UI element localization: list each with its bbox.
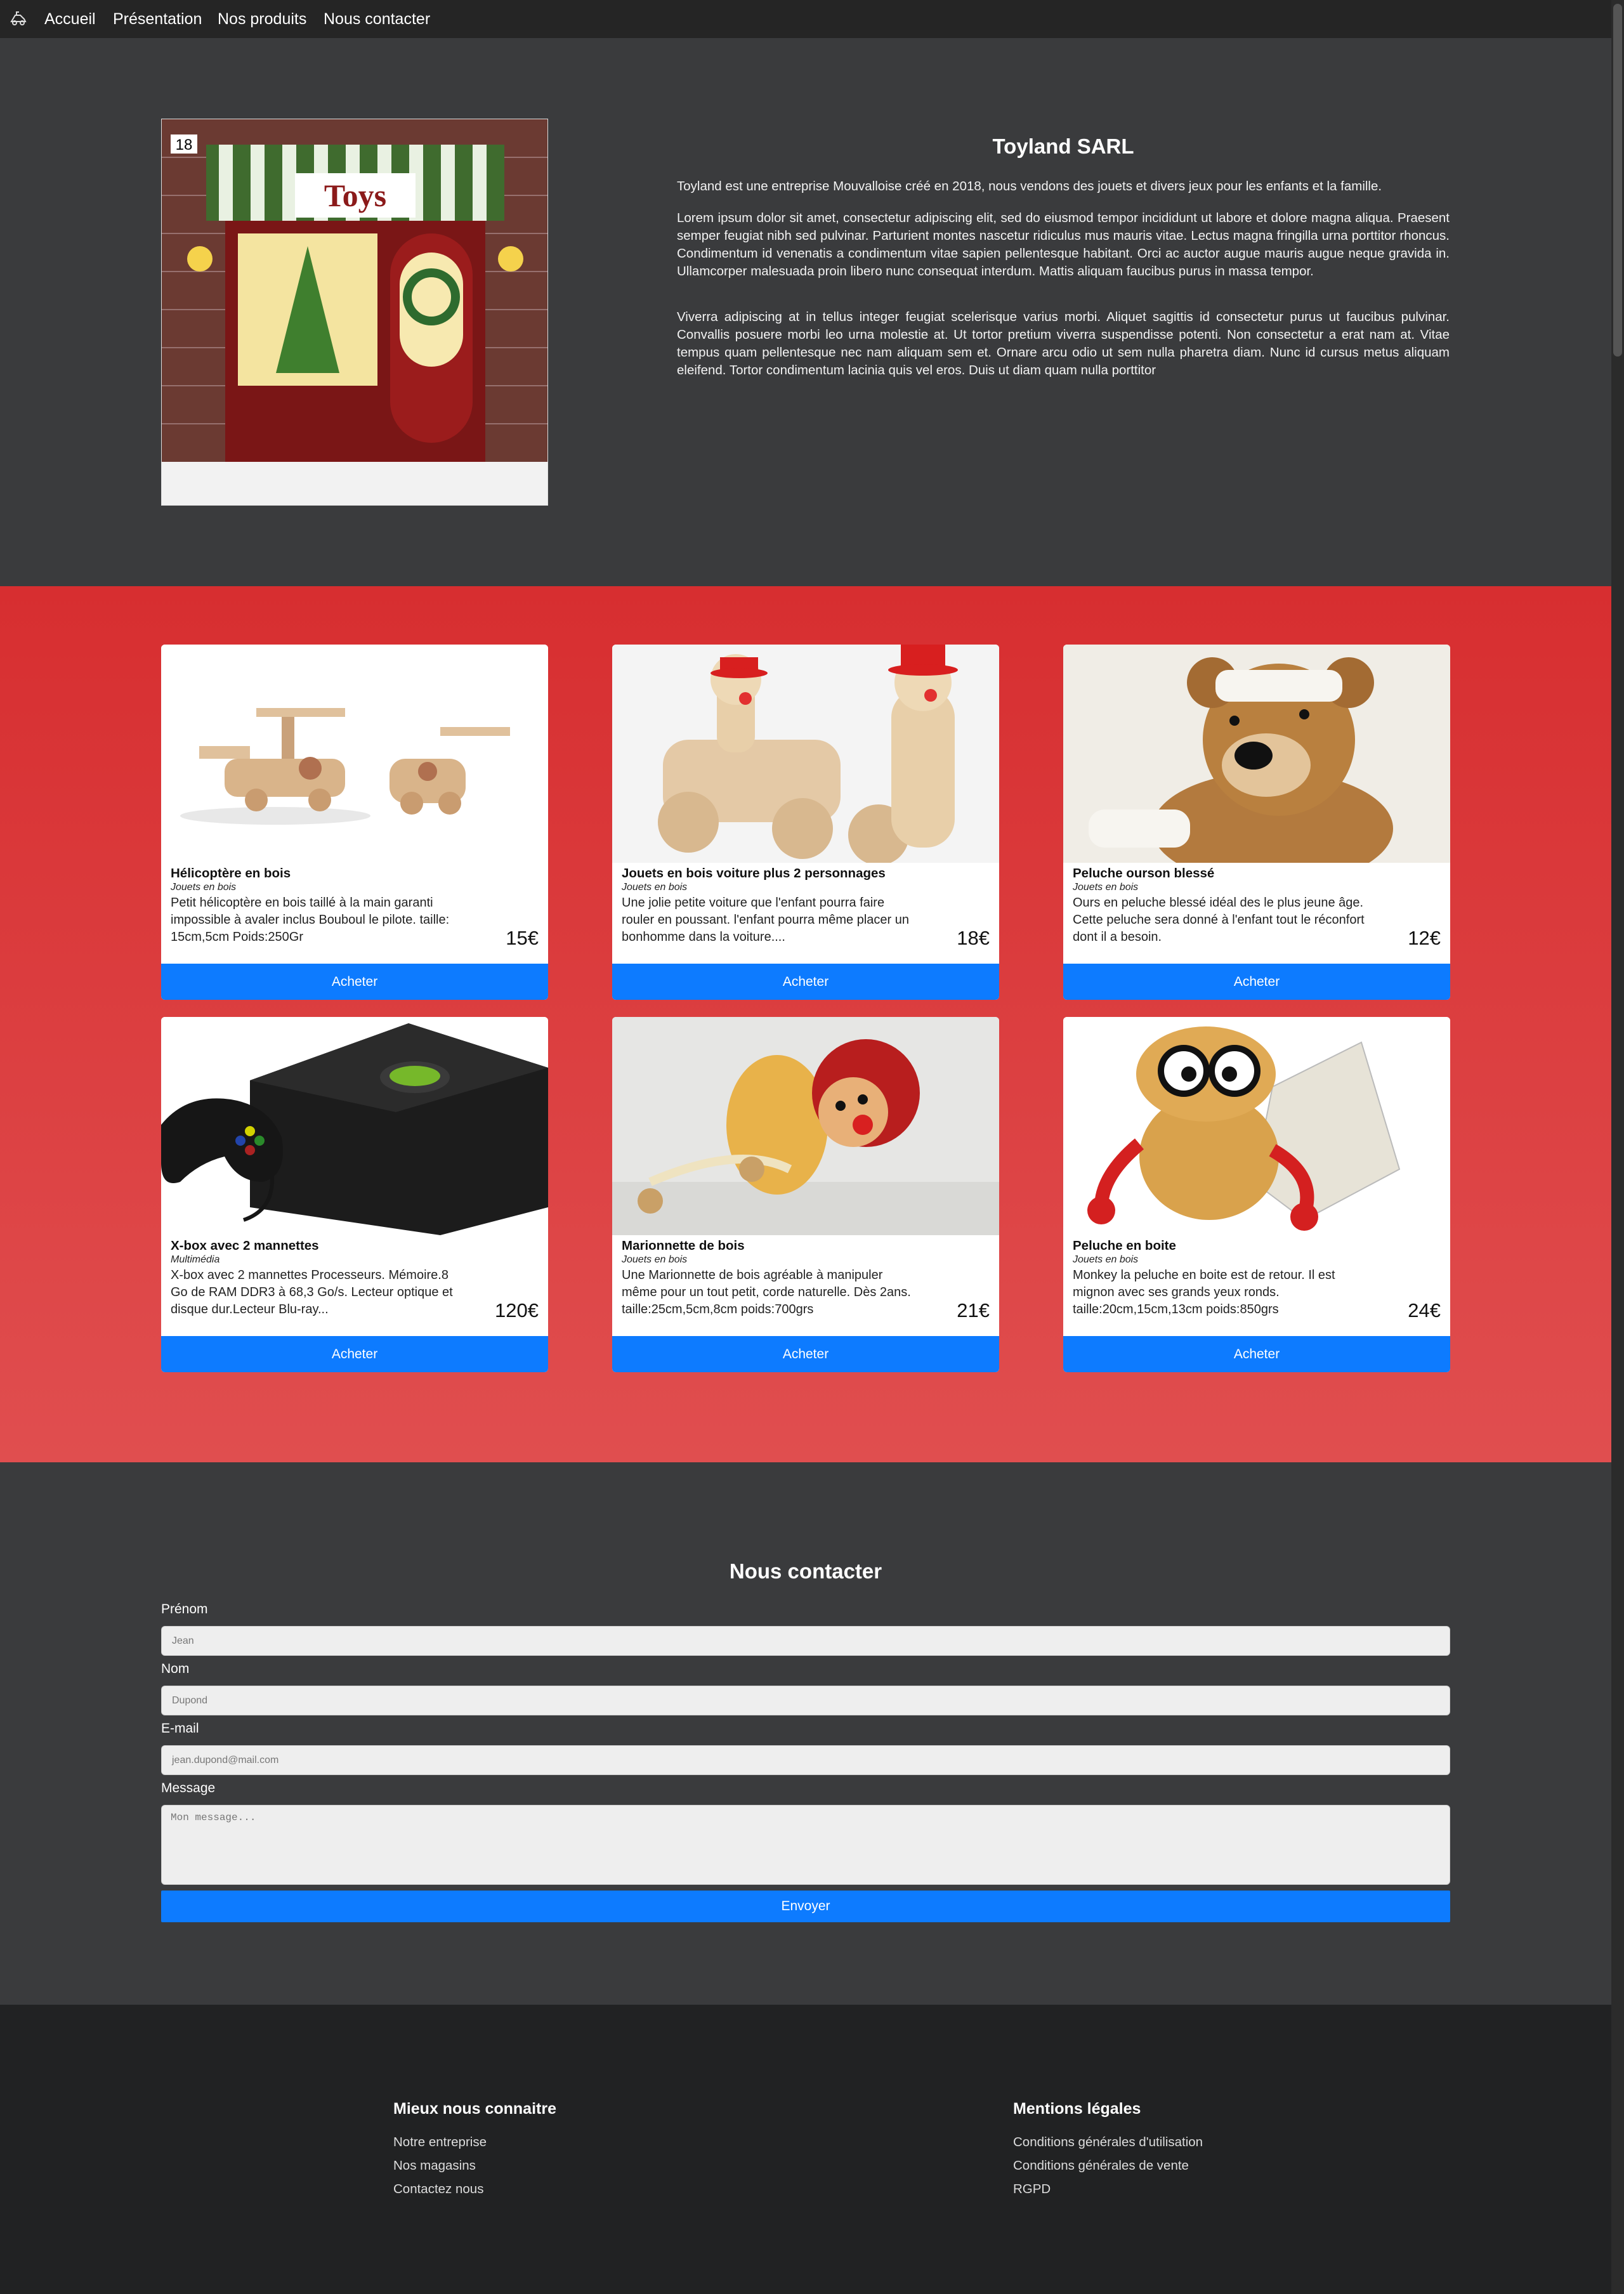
product-category: Jouets en bois: [622, 882, 688, 893]
product-name: X-box avec 2 mannettes: [171, 1238, 319, 1253]
buy-button[interactable]: Acheter: [161, 964, 548, 1000]
lastname-input[interactable]: Dupond: [161, 1686, 1450, 1715]
message-label: Message: [161, 1781, 216, 1795]
nav-link-contact[interactable]: Nous contacter: [324, 0, 430, 38]
product-description: Une jolie petite voiture que l'enfant po…: [622, 896, 909, 944]
toy-shop-illustration: Toys 18: [161, 119, 548, 506]
contact-section: Nous contacter Prénom Jean Nom Dupond E-…: [0, 1462, 1611, 2005]
injured-teddy-bear-photo: [1063, 645, 1450, 863]
wooden-helicopters-photo: [161, 645, 548, 863]
product-price: 21€: [957, 1299, 990, 1321]
email-input[interactable]: jean.dupond@mail.com: [161, 1745, 1450, 1775]
send-button[interactable]: Envoyer: [161, 1891, 1450, 1922]
shop-sign-text: Toys: [324, 178, 386, 213]
product-name: Hélicoptère en bois: [171, 866, 291, 881]
nav-link-produits[interactable]: Nos produits: [218, 0, 306, 38]
toy-logo-icon[interactable]: [9, 9, 28, 28]
product-category: Multimédia: [171, 1254, 220, 1265]
product-category: Jouets en bois: [171, 882, 237, 893]
product-category: Jouets en bois: [1073, 1254, 1139, 1265]
nav-link-accueil[interactable]: Accueil: [44, 0, 96, 38]
company-title: Toyland SARL: [992, 134, 1134, 158]
buy-button[interactable]: Acheter: [161, 1336, 548, 1372]
products-section: Hélicoptère en bois Jouets en bois Petit…: [0, 586, 1611, 1462]
wooden-puppet-photo: [612, 1017, 999, 1235]
product-name: Marionnette de bois: [622, 1238, 745, 1253]
product-card: X-box avec 2 mannettes Multimédia X-box …: [161, 1017, 548, 1372]
product-card: Peluche ourson blessé Jouets en bois Our…: [1063, 645, 1450, 1000]
product-description: X-box avec 2 mannettes Processeurs. Mémo…: [171, 1268, 453, 1316]
footer: Mieux nous connaitre Notre entreprise No…: [0, 2005, 1611, 2294]
product-price: 18€: [957, 927, 990, 949]
firstname-input[interactable]: Jean: [161, 1626, 1450, 1656]
footer-col2-title: Mentions légales: [1013, 2100, 1141, 2118]
footer-link-entreprise[interactable]: Notre entreprise: [393, 2135, 487, 2150]
presentation-section: Toys 18 Toyland SARL Toyland est une ent…: [0, 38, 1611, 586]
email-label: E-mail: [161, 1721, 199, 1736]
footer-link-cgu[interactable]: Conditions générales d'utilisation: [1013, 2135, 1203, 2150]
product-price: 24€: [1408, 1299, 1441, 1321]
firstname-label: Prénom: [161, 1602, 208, 1616]
footer-col1-title: Mieux nous connaitre: [393, 2100, 556, 2118]
scrollbar-thumb[interactable]: [1613, 4, 1622, 357]
product-price: 12€: [1408, 927, 1441, 949]
buy-button[interactable]: Acheter: [1063, 1336, 1450, 1372]
product-name: Peluche en boite: [1073, 1238, 1176, 1253]
contact-title: Nous contacter: [729, 1559, 882, 1583]
product-description: Ours en peluche blessé idéal des le plus…: [1073, 896, 1365, 944]
product-name: Peluche ourson blessé: [1073, 866, 1215, 881]
xbox-console-photo: [161, 1017, 548, 1235]
product-card: Peluche en boite Jouets en bois Monkey l…: [1063, 1017, 1450, 1372]
product-description: Petit hélicoptère en bois taillé à la ma…: [171, 896, 450, 944]
wooden-car-figures-photo: [612, 645, 999, 863]
buy-button[interactable]: Acheter: [612, 1336, 999, 1372]
product-card: Jouets en bois voiture plus 2 personnage…: [612, 645, 999, 1000]
message-textarea[interactable]: Mon message...: [161, 1805, 1450, 1885]
navbar: Accueil Présentation Nos produits Nous c…: [0, 0, 1611, 38]
product-description: Monkey la peluche en boite est de retour…: [1073, 1268, 1335, 1316]
product-description: Une Marionnette de bois agréable à manip…: [622, 1268, 911, 1316]
footer-link-rgpd[interactable]: RGPD: [1013, 2182, 1051, 2197]
product-price: 120€: [495, 1299, 539, 1321]
calendar-day-badge: 18: [176, 136, 193, 154]
footer-link-magasins[interactable]: Nos magasins: [393, 2158, 476, 2173]
hero-paragraph-intro: Toyland est une entreprise Mouvalloise c…: [677, 179, 1382, 193]
footer-link-contact[interactable]: Contactez nous: [393, 2182, 483, 2197]
buy-button[interactable]: Acheter: [1063, 964, 1450, 1000]
product-price: 15€: [506, 927, 539, 949]
hero-paragraph-viverra: Viverra adipiscing at in tellus integer …: [677, 310, 1450, 377]
monkey-plush-box-photo: [1063, 1017, 1450, 1235]
product-name: Jouets en bois voiture plus 2 personnage…: [622, 866, 886, 881]
nav-link-presentation[interactable]: Présentation: [113, 0, 202, 38]
product-category: Jouets en bois: [1073, 882, 1139, 893]
product-card: Marionnette de bois Jouets en bois Une M…: [612, 1017, 999, 1372]
footer-link-cgv[interactable]: Conditions générales de vente: [1013, 2158, 1189, 2173]
lastname-label: Nom: [161, 1662, 190, 1676]
product-category: Jouets en bois: [622, 1254, 688, 1265]
hero-paragraph-lorem: Lorem ipsum dolor sit amet, consectetur …: [677, 211, 1450, 279]
product-card: Hélicoptère en bois Jouets en bois Petit…: [161, 645, 548, 1000]
buy-button[interactable]: Acheter: [612, 964, 999, 1000]
